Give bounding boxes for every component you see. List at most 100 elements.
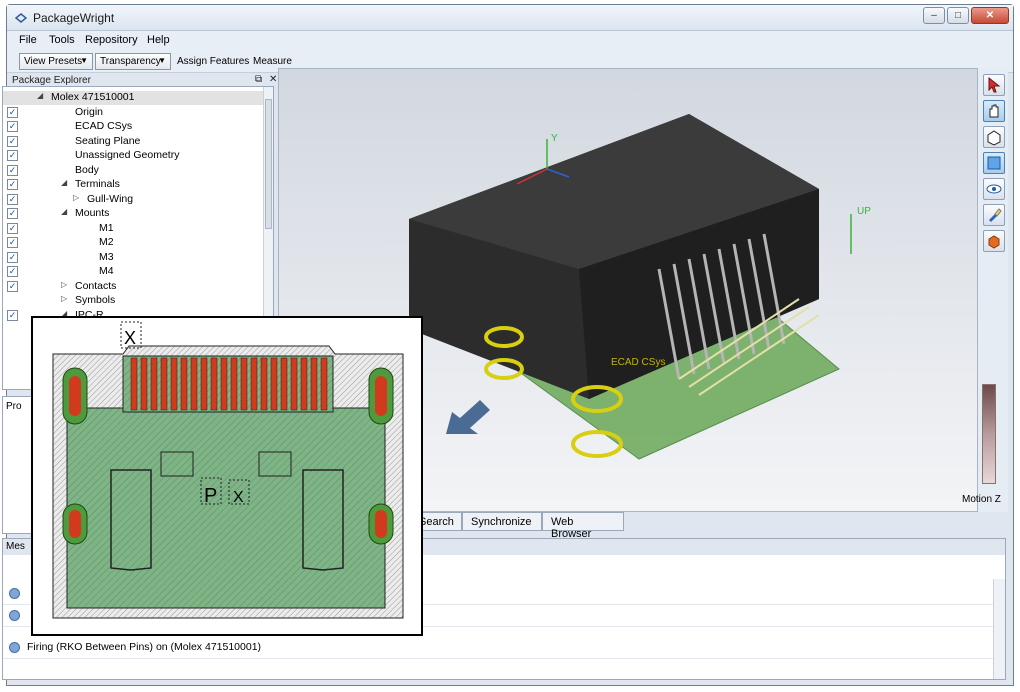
tree-item[interactable]: ✓ Unassigned Geometry xyxy=(3,149,263,163)
messages-scrollbar[interactable] xyxy=(993,579,1005,679)
tree-item-label: M3 xyxy=(99,250,114,263)
menu-repository[interactable]: Repository xyxy=(85,34,138,46)
tree-item[interactable]: ✓ ECAD CSys xyxy=(3,120,263,134)
transparency-dropdown[interactable]: Transparency ▼ xyxy=(95,53,171,70)
tree-expander-icon[interactable]: ◢ xyxy=(61,207,67,216)
minimize-button[interactable]: – xyxy=(923,7,945,24)
tree-item-label: Symbols xyxy=(75,294,116,306)
tree-item-label: Seating Plane xyxy=(75,134,141,147)
visibility-checkbox[interactable]: ✓ xyxy=(7,106,18,118)
tree-item[interactable]: ✓ M3 xyxy=(3,251,263,265)
app-icon xyxy=(15,13,27,23)
menu-tools[interactable]: Tools xyxy=(49,34,75,46)
visibility-checkbox[interactable]: ✓ xyxy=(7,251,18,263)
scrollbar-thumb[interactable] xyxy=(265,99,272,229)
visibility-checkbox[interactable]: ✓ xyxy=(7,266,18,277)
messages-title: Mes xyxy=(6,541,25,552)
motion-z-slider[interactable] xyxy=(982,384,996,484)
tree-item-label: Gull-Wing xyxy=(87,192,134,205)
ecad-csys-label: ECAD CSys xyxy=(611,357,665,368)
flashlight-tool[interactable] xyxy=(983,204,1005,226)
visibility-checkbox[interactable]: ✓ xyxy=(7,121,18,132)
message-text: Firing (RKO Between Pins) on (Molex 4715… xyxy=(27,641,262,653)
tree-item[interactable]: ✓ M2 xyxy=(3,236,263,250)
visibility-checkbox[interactable]: ✓ xyxy=(7,280,18,292)
pointer-arrow-icon xyxy=(988,76,1001,93)
menu-bar: File Tools Repository Help xyxy=(7,31,1013,51)
properties-title: Pro xyxy=(6,401,22,412)
tree-item-label: M1 xyxy=(99,221,114,234)
tree-expander-icon[interactable]: ◢ xyxy=(37,91,43,100)
tree-item-label: Terminals xyxy=(75,178,120,190)
menu-file[interactable]: File xyxy=(19,34,37,46)
tree-item[interactable]: ✓ Body xyxy=(3,164,263,178)
tree-item[interactable]: ✓ ◢ Mounts xyxy=(3,207,263,221)
title-bar[interactable]: PackageWright – □ ✕ xyxy=(7,5,1013,31)
motion-z-label: Motion Z xyxy=(962,494,1001,505)
measure-button[interactable]: Measure xyxy=(253,56,292,67)
tab-web-browser[interactable]: Web Browser xyxy=(542,512,624,540)
pan-hand-tool[interactable] xyxy=(983,100,1005,122)
visibility-checkbox[interactable]: ✓ xyxy=(7,237,18,248)
tree-item[interactable]: ✓ ▷ Gull-Wing xyxy=(3,193,263,207)
footprint-inset: X P X xyxy=(31,316,423,636)
cube-icon xyxy=(987,130,1001,146)
shaded-cube-tool[interactable] xyxy=(983,230,1005,252)
close-button[interactable]: ✕ xyxy=(971,7,1009,24)
callout-arrow-icon xyxy=(446,400,490,434)
assign-features-button[interactable]: Assign Features xyxy=(177,56,249,67)
tree-item[interactable]: ◢ Molex 471510001 xyxy=(3,91,263,105)
dropdown-arrow-icon: ▼ xyxy=(80,56,88,65)
message-row[interactable]: Firing (RKO Between Pins) on (Molex 4715… xyxy=(3,637,995,659)
window-title: PackageWright xyxy=(33,11,115,25)
grid-view-tool[interactable] xyxy=(983,152,1005,174)
visibility-checkbox[interactable]: ✓ xyxy=(7,222,18,234)
tree-item-label: Origin xyxy=(75,105,104,118)
view-presets-label: View Presets xyxy=(24,56,83,67)
tree-item-label: ECAD CSys xyxy=(75,120,133,132)
tree-expander-icon[interactable]: ◢ xyxy=(61,178,67,187)
tree-item-label: Molex 471510001 xyxy=(51,91,135,103)
visibility-checkbox[interactable]: ✓ xyxy=(7,179,18,190)
close-panel-icon[interactable]: ✕ xyxy=(269,74,277,85)
inset-x-label-small: X xyxy=(233,489,244,506)
transparency-label: Transparency xyxy=(100,56,161,67)
tab-synchronize[interactable]: Synchronize xyxy=(462,512,542,531)
tree-expander-icon[interactable]: ▷ xyxy=(61,280,67,289)
visibility-checkbox[interactable]: ✓ xyxy=(7,150,18,161)
info-icon xyxy=(9,588,20,599)
info-icon xyxy=(9,610,20,621)
tree-item[interactable]: ✓ M1 xyxy=(3,222,263,236)
visibility-checkbox[interactable]: ✓ xyxy=(7,208,18,219)
footprint-drawing: X P X xyxy=(52,321,404,619)
select-pointer-tool[interactable] xyxy=(983,74,1005,96)
tree-item[interactable]: ✓ ◢ Terminals xyxy=(3,178,263,192)
tree-item[interactable]: ✓ ▷ Contacts xyxy=(3,280,263,294)
float-icon[interactable]: ⧉ xyxy=(255,74,262,85)
eye-visibility-tool[interactable] xyxy=(983,178,1005,200)
maximize-button[interactable]: □ xyxy=(947,7,969,24)
tree-item[interactable]: ✓ Seating Plane xyxy=(3,135,263,149)
view-box-tool[interactable] xyxy=(983,126,1005,148)
view-presets-dropdown[interactable]: View Presets ▼ xyxy=(19,53,93,70)
visibility-checkbox[interactable]: ✓ xyxy=(7,164,18,176)
inset-p-label: P xyxy=(204,485,217,507)
eye-icon xyxy=(986,184,1002,194)
visibility-checkbox[interactable]: ✓ xyxy=(7,193,18,205)
visibility-checkbox[interactable]: ✓ xyxy=(7,135,18,147)
tree-item[interactable]: ✓ M4 xyxy=(3,265,263,279)
visibility-checkbox[interactable]: ✓ xyxy=(7,309,18,321)
tree-item[interactable]: ✓ Origin xyxy=(3,106,263,120)
tree-expander-icon[interactable]: ▷ xyxy=(73,193,79,202)
tree-expander-icon[interactable]: ▷ xyxy=(61,294,67,303)
menu-help[interactable]: Help xyxy=(147,34,170,46)
axis-y-label: Y xyxy=(551,133,558,144)
tree-item-label: M4 xyxy=(99,265,114,277)
tree-item[interactable]: ▷ Symbols xyxy=(3,294,263,308)
tree-item-label: Mounts xyxy=(75,207,110,219)
explorer-title: Package Explorer xyxy=(12,75,91,86)
tree-item-label: Body xyxy=(75,163,99,176)
axis-up-label: UP xyxy=(857,206,871,217)
hand-icon xyxy=(989,104,999,118)
grid-icon xyxy=(987,156,1001,170)
